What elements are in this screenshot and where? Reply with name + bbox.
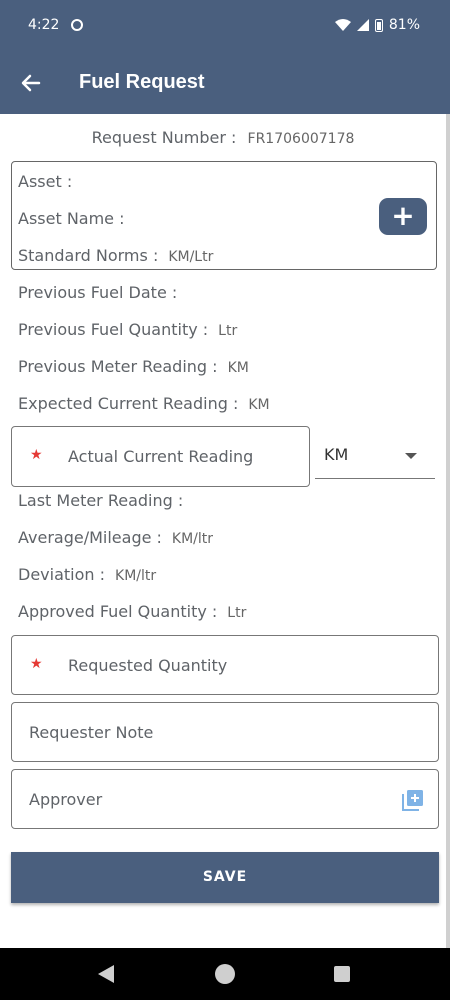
- save-button[interactable]: SAVE: [11, 852, 439, 903]
- requested-quantity-label: Requested Quantity: [68, 656, 228, 675]
- standard-norms-row: Standard Norms : KM/Ltr: [18, 246, 213, 265]
- required-star-icon: ★: [30, 447, 43, 463]
- app-notification-icon: [71, 19, 83, 31]
- deviation-label: Deviation :: [18, 565, 106, 584]
- approver-label: Approver: [29, 790, 103, 809]
- request-number-label: Request Number :: [91, 128, 237, 147]
- page-title: Fuel Request: [79, 71, 205, 93]
- app-bar: Fuel Request: [0, 52, 450, 114]
- wifi-icon: [334, 19, 351, 31]
- expected-current-reading-unit: KM: [248, 397, 270, 413]
- standard-norms-label: Standard Norms :: [18, 246, 159, 265]
- asset-card: Asset : Asset Name : Standard Norms : KM/…: [11, 161, 437, 270]
- actual-current-reading-input[interactable]: ★ Actual Current Reading: [11, 426, 310, 487]
- actual-current-reading-label: Actual Current Reading: [68, 447, 254, 466]
- average-mileage-row: Average/Mileage : KM/ltr: [18, 528, 213, 547]
- signal-icon: [356, 19, 369, 31]
- scrollbar[interactable]: [446, 114, 450, 948]
- request-number: Request Number : FR1706007178: [0, 128, 446, 147]
- standard-norms-unit: KM/Ltr: [168, 249, 214, 265]
- approver-input[interactable]: Approver: [11, 769, 439, 829]
- requested-quantity-input[interactable]: ★ Requested Quantity: [11, 635, 439, 695]
- previous-fuel-quantity-label: Previous Fuel Quantity :: [18, 320, 209, 339]
- required-star-icon: ★: [30, 656, 43, 672]
- previous-meter-reading-label: Previous Meter Reading :: [18, 357, 218, 376]
- average-mileage-unit: KM/ltr: [171, 531, 214, 547]
- requester-note-input[interactable]: Requester Note: [11, 702, 439, 762]
- previous-meter-reading-row: Previous Meter Reading : KM: [18, 357, 249, 376]
- add-asset-button[interactable]: +: [379, 198, 427, 235]
- nav-recents-icon[interactable]: [334, 966, 350, 982]
- status-bar: 4:22 81%: [0, 0, 450, 52]
- status-time: 4:22: [28, 17, 60, 33]
- expected-current-reading-label: Expected Current Reading :: [18, 394, 239, 413]
- approved-fuel-quantity-unit: Ltr: [227, 605, 247, 621]
- unit-select-value: KM: [324, 445, 349, 464]
- system-nav-bar: [0, 948, 450, 1000]
- approved-fuel-quantity-label: Approved Fuel Quantity :: [18, 602, 218, 621]
- unit-select[interactable]: KM: [315, 430, 435, 479]
- asset-label: Asset :: [18, 172, 73, 191]
- expected-current-reading-row: Expected Current Reading : KM: [18, 394, 270, 413]
- deviation-row: Deviation : KM/ltr: [18, 565, 156, 584]
- average-mileage-label: Average/Mileage :: [18, 528, 162, 547]
- previous-meter-reading-unit: KM: [227, 360, 249, 376]
- previous-fuel-quantity-row: Previous Fuel Quantity : Ltr: [18, 320, 237, 339]
- status-right: 81%: [334, 17, 420, 33]
- nav-back-icon[interactable]: [98, 965, 114, 983]
- nav-home-icon[interactable]: [215, 964, 235, 984]
- request-number-value: FR1706007178: [247, 131, 355, 147]
- add-to-list-icon[interactable]: [402, 789, 424, 811]
- fuel-request-form: Request Number : FR1706007178 Asset : As…: [0, 114, 446, 948]
- approved-fuel-quantity-row: Approved Fuel Quantity : Ltr: [18, 602, 246, 621]
- last-meter-reading-label: Last Meter Reading :: [18, 491, 184, 510]
- back-arrow-icon[interactable]: [18, 70, 44, 96]
- asset-name-label: Asset Name :: [18, 209, 125, 228]
- deviation-unit: KM/ltr: [115, 568, 157, 584]
- dropdown-caret-icon: [405, 453, 417, 459]
- battery-icon: [374, 18, 383, 32]
- previous-fuel-quantity-unit: Ltr: [218, 323, 238, 339]
- requester-note-label: Requester Note: [29, 723, 154, 742]
- previous-fuel-date-label: Previous Fuel Date :: [18, 283, 178, 302]
- battery-percent: 81%: [388, 17, 420, 33]
